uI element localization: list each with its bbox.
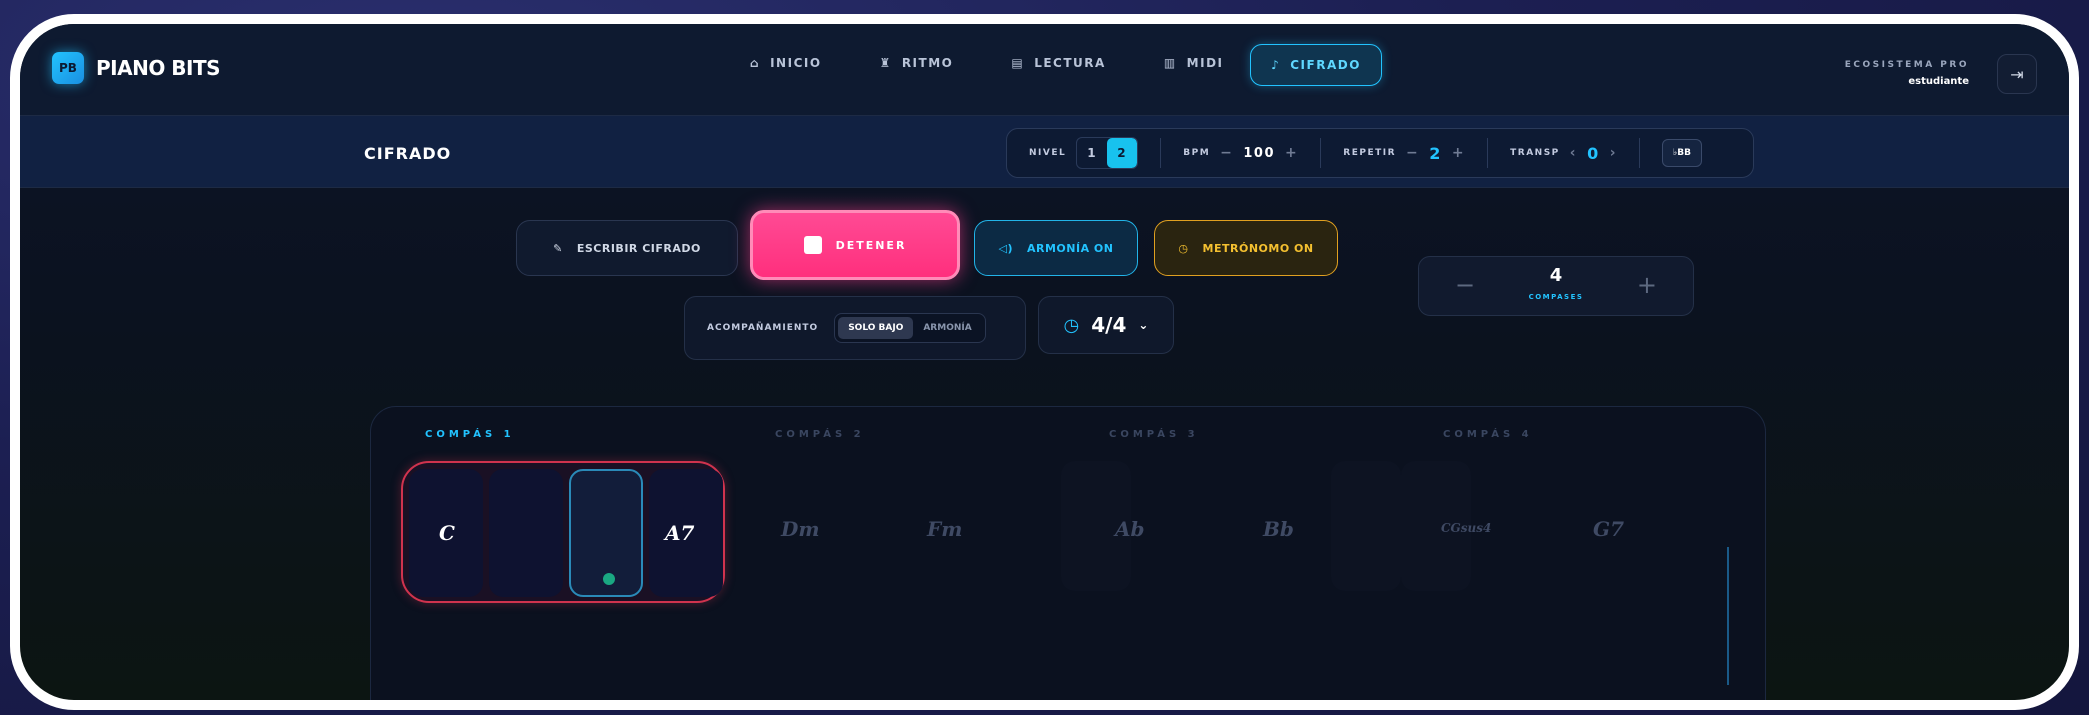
bpm-control: BPM − 100 + — [1183, 145, 1298, 161]
clock-icon: ◷ — [1178, 241, 1189, 255]
nav-inicio[interactable]: ⌂ INICIO — [750, 56, 822, 70]
bpm-value: 100 — [1243, 145, 1276, 161]
clock-icon: ◷ — [1063, 314, 1080, 336]
stop-button[interactable]: DETENER — [750, 210, 960, 280]
logout-button[interactable]: ⇥ — [1997, 54, 2037, 94]
accompaniment-option-armonia[interactable]: ARMONÍA — [913, 317, 981, 339]
nivel-selector: 1 2 — [1076, 137, 1139, 169]
bpm-label: BPM — [1183, 148, 1211, 158]
metronome-toggle[interactable]: ◷ METRÓNOMO ON — [1154, 220, 1338, 276]
divider — [1160, 138, 1162, 168]
guitar-icon: ♪ — [1271, 58, 1281, 72]
divider — [1320, 138, 1322, 168]
chord-bb: Bb — [1263, 517, 1294, 541]
logo[interactable]: PB PIANO BITS — [52, 52, 221, 84]
logo-badge: PB — [52, 52, 84, 84]
playback-controls: NIVEL 1 2 BPM − 100 + REPETIR − 2 + TRAN… — [1006, 128, 1754, 178]
write-chords-button[interactable]: ✎ ESCRIBIR CIFRADO — [516, 220, 738, 276]
bars-counter: − 4 COMPASES + — [1418, 256, 1694, 316]
transp-up-button[interactable]: › — [1610, 145, 1617, 161]
repetir-label: REPETIR — [1343, 148, 1397, 158]
time-signature-value: 4/4 — [1091, 313, 1127, 337]
chevron-down-icon: ⌄ — [1138, 318, 1149, 332]
nav-lectura[interactable]: ▤ LECTURA — [1011, 56, 1105, 70]
transp-down-button[interactable]: ‹ — [1570, 145, 1577, 161]
measure-2-label: COMPÁS 2 — [775, 429, 865, 440]
nav-cifrado-label: CIFRADO — [1290, 58, 1361, 72]
measure-4-label: COMPÁS 4 — [1443, 429, 1533, 440]
logo-text: PIANO BITS — [96, 56, 221, 80]
beat-2[interactable] — [489, 469, 563, 597]
bpm-increase-button[interactable]: + — [1285, 145, 1298, 161]
top-navbar: PB PIANO BITS ⌂ INICIO ♜ RITMO ▤ LECTURA… — [20, 24, 2069, 116]
metronome-label: METRÓNOMO ON — [1202, 241, 1314, 255]
nav-midi[interactable]: ▥ MIDI — [1164, 56, 1224, 70]
app-window: PB PIANO BITS ⌂ INICIO ♜ RITMO ▤ LECTURA… — [10, 14, 2079, 710]
playhead-dot — [603, 573, 615, 585]
nivel-label: NIVEL — [1029, 148, 1067, 158]
write-chords-label: ESCRIBIR CIFRADO — [576, 241, 701, 255]
home-icon: ⌂ — [750, 56, 761, 70]
accompaniment-selector: SOLO BAJO ARMONÍA — [834, 313, 986, 343]
harmony-label: ARMONÍA ON — [1027, 241, 1114, 255]
account-info: ECOSISTEMA PRO estudiante — [1845, 60, 1969, 87]
measures-panel: COMPÁS 1 COMPÁS 2 COMPÁS 3 COMPÁS 4 C A7… — [370, 406, 1766, 700]
nav-ritmo-label: RITMO — [901, 56, 954, 70]
repetir-control: REPETIR − 2 + — [1343, 144, 1465, 163]
transp-value: 0 — [1587, 143, 1600, 163]
chord-cgsus4: CGsus4 — [1441, 521, 1492, 535]
playback-cursor-line — [1727, 547, 1729, 685]
logout-icon: ⇥ — [2010, 64, 2024, 84]
nav-cifrado[interactable]: ♪ CIFRADO — [1250, 44, 1382, 86]
chord-a7: A7 — [665, 521, 695, 545]
accidental-button[interactable]: ♭BB — [1661, 139, 1702, 167]
accompaniment-label: ACOMPAÑAMIENTO — [707, 323, 819, 333]
speaker-icon: ◁) — [998, 241, 1013, 255]
stop-icon — [803, 236, 822, 254]
accompaniment-control: ACOMPAÑAMIENTO SOLO BAJO ARMONÍA — [684, 296, 1026, 360]
divider — [1487, 138, 1489, 168]
repetir-decrease-button[interactable]: − — [1406, 145, 1419, 161]
repetir-value: 2 — [1429, 143, 1442, 163]
measure-1-label: COMPÁS 1 — [425, 429, 515, 440]
book-icon: ▤ — [1011, 56, 1025, 70]
measure-1[interactable]: C A7 — [401, 461, 725, 603]
sub-header: CIFRADO NIVEL 1 2 BPM − 100 + REPETIR − … — [20, 116, 2069, 188]
keyboard-icon: ▥ — [1163, 56, 1177, 70]
nivel-option-2[interactable]: 2 — [1107, 138, 1138, 168]
account-user: estudiante — [1908, 76, 1969, 87]
chord-c: C — [439, 521, 455, 545]
drum-icon: ♜ — [879, 56, 892, 70]
time-signature-dropdown[interactable]: ◷ 4/4 ⌄ — [1038, 296, 1174, 354]
pencil-icon: ✎ — [553, 241, 563, 255]
repetir-increase-button[interactable]: + — [1452, 145, 1465, 161]
page-title: CIFRADO — [364, 144, 452, 163]
measure-3-beat[interactable] — [1331, 461, 1401, 591]
accompaniment-option-solo-bajo[interactable]: SOLO BAJO — [838, 317, 914, 339]
nivel-option-1[interactable]: 1 — [1077, 138, 1107, 168]
nav-inicio-label: INICIO — [770, 56, 822, 70]
divider — [1638, 138, 1640, 168]
transp-control: TRANSP ‹ 0 › — [1510, 144, 1617, 163]
measure-3-label: COMPÁS 3 — [1109, 429, 1199, 440]
chord-g7: G7 — [1593, 517, 1624, 541]
harmony-toggle[interactable]: ◁) ARMONÍA ON — [974, 220, 1138, 276]
nav-links: ⌂ INICIO ♜ RITMO ▤ LECTURA ▥ MIDI ♪ CIFR… — [750, 44, 1382, 86]
beat-3-current[interactable] — [569, 469, 643, 597]
bpm-decrease-button[interactable]: − — [1220, 145, 1233, 161]
chord-fm: Fm — [927, 517, 963, 541]
stop-label: DETENER — [835, 238, 907, 252]
nivel-control: NIVEL 1 2 — [1029, 137, 1139, 169]
nav-lectura-label: LECTURA — [1034, 56, 1106, 70]
nav-midi-label: MIDI — [1186, 56, 1224, 70]
chord-ab: Ab — [1115, 517, 1145, 541]
nav-ritmo[interactable]: ♜ RITMO — [880, 56, 954, 70]
account-plan: ECOSISTEMA PRO — [1844, 60, 1969, 70]
bars-increase-button[interactable]: + — [1637, 271, 1657, 299]
chord-dm: Dm — [781, 517, 820, 541]
transp-label: TRANSP — [1510, 148, 1560, 158]
